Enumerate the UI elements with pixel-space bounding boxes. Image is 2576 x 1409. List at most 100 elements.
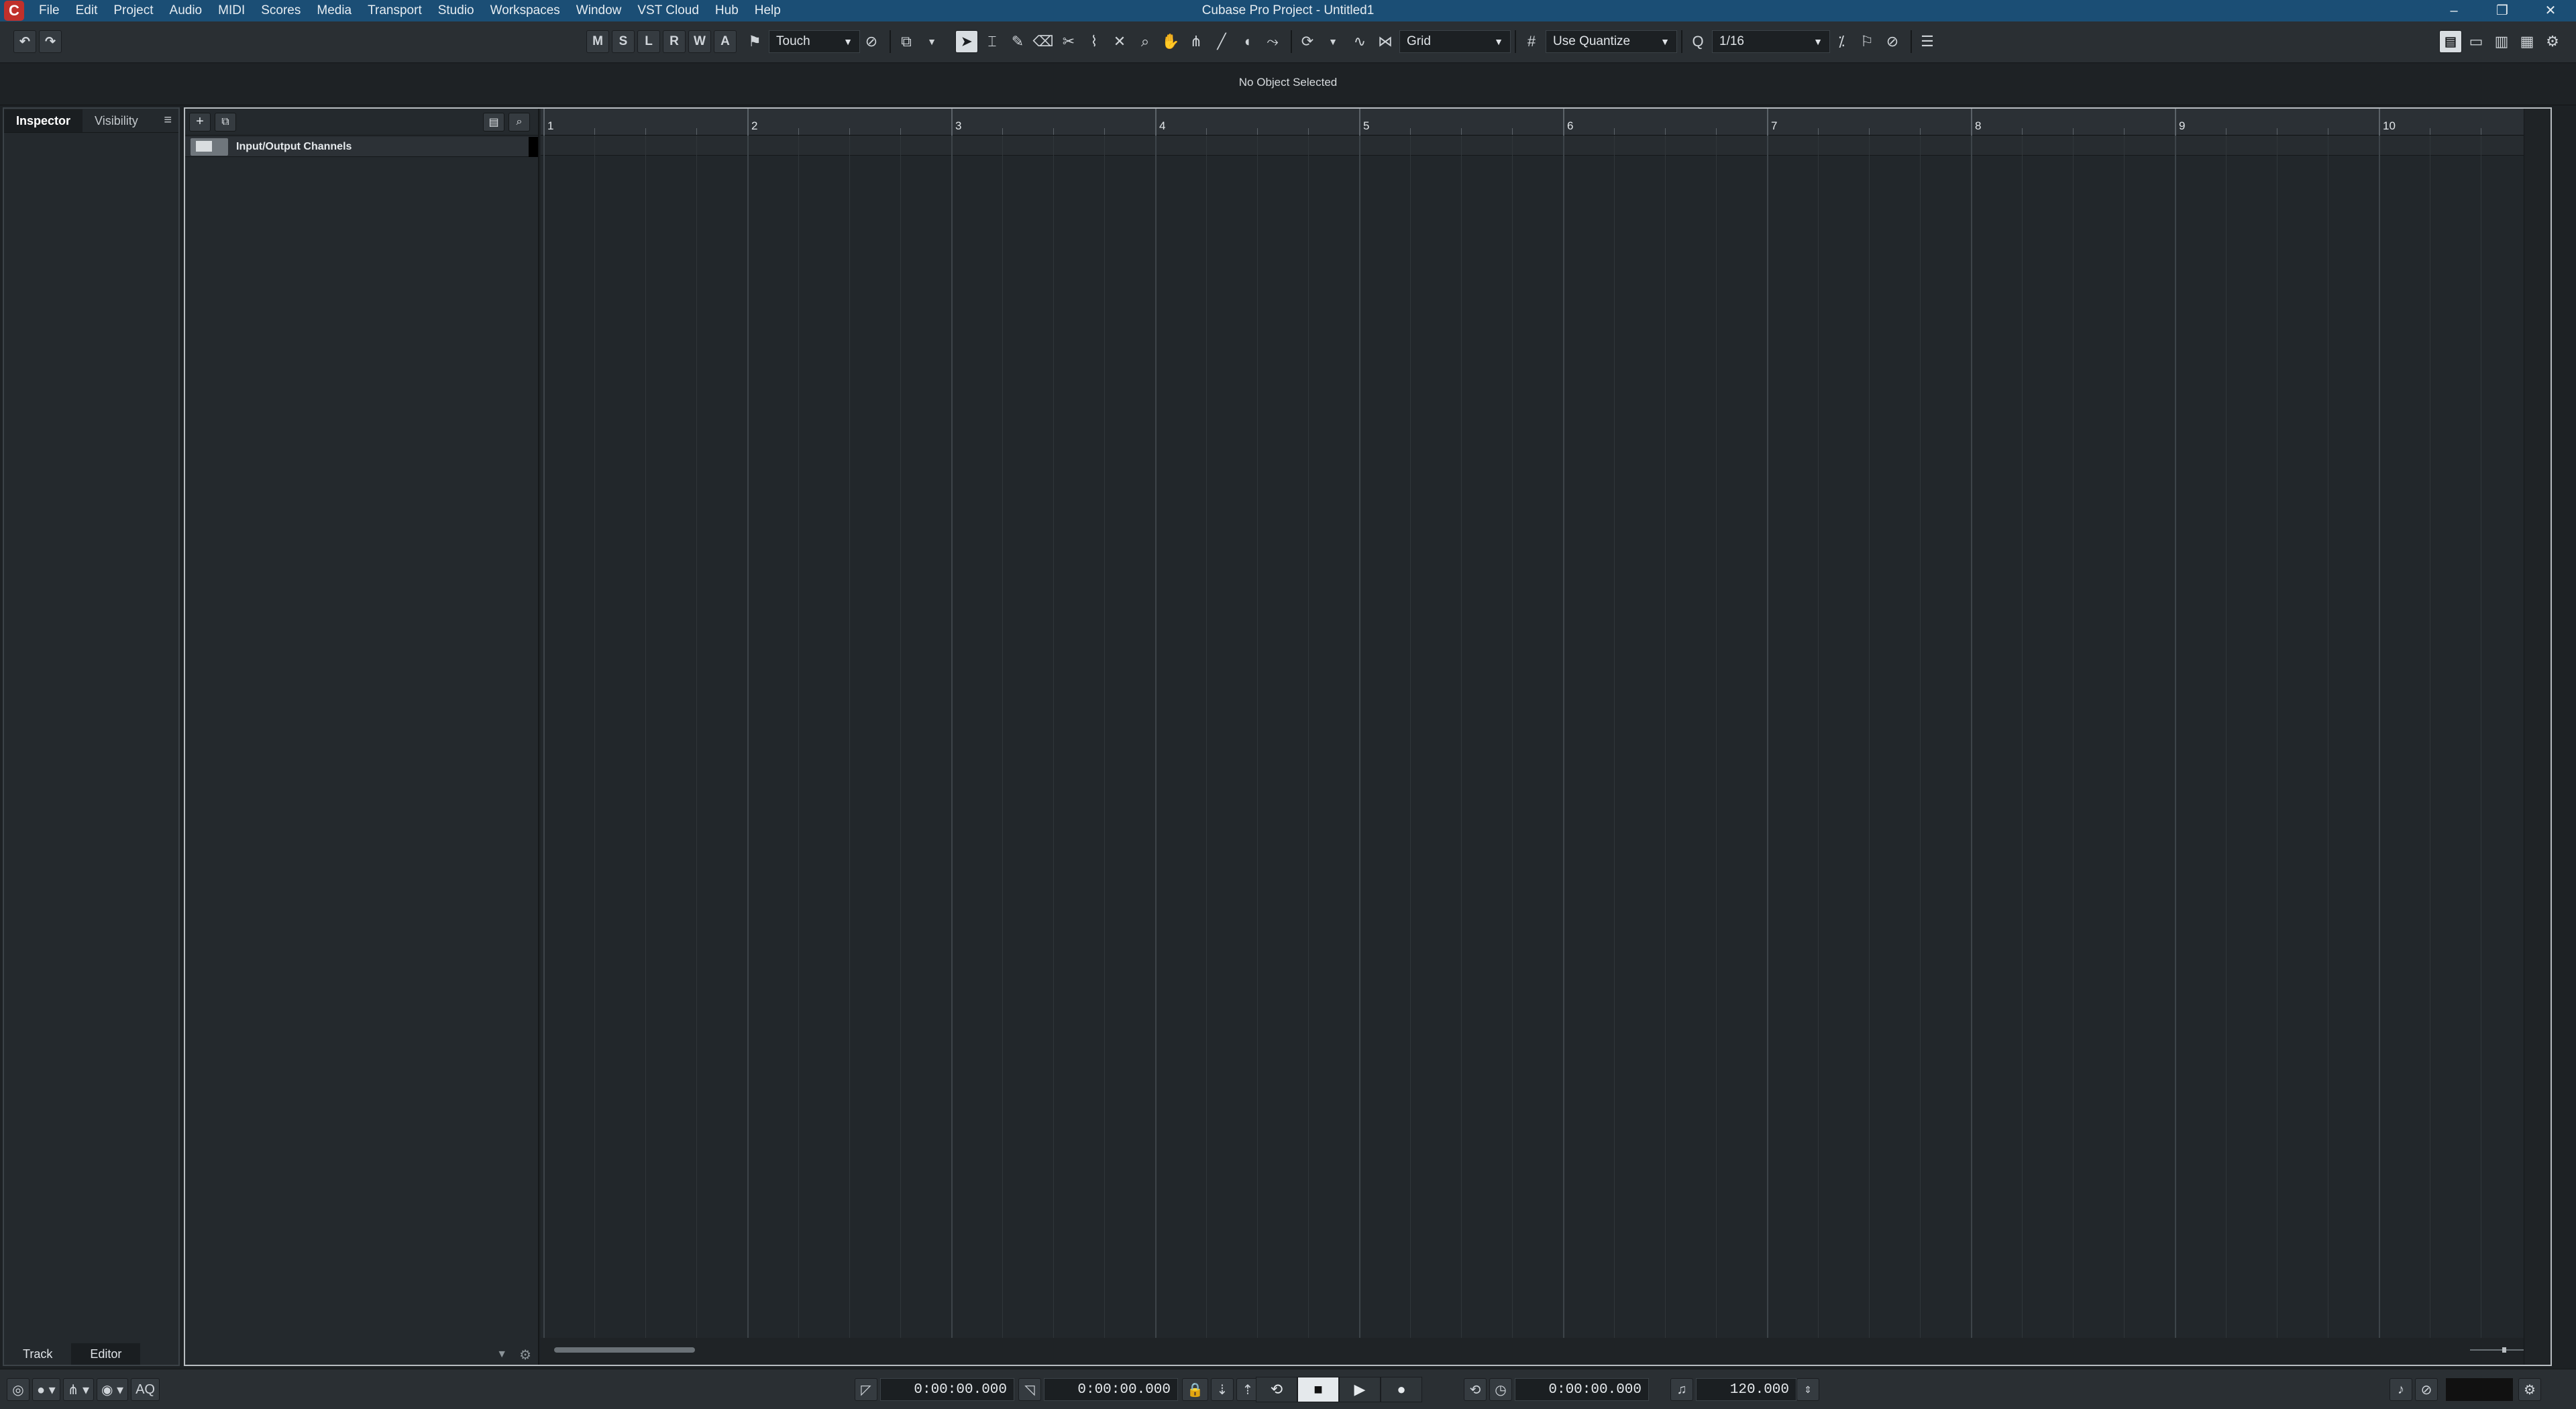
project-grid[interactable] bbox=[541, 136, 2551, 1338]
menu-media[interactable]: Media bbox=[309, 0, 360, 21]
snap-icon[interactable]: ⋈ bbox=[1374, 30, 1397, 53]
glue-icon[interactable]: ⌇ bbox=[1083, 30, 1106, 53]
quantize-value-dropdown[interactable]: 1/16 ▼ bbox=[1712, 30, 1830, 53]
menu-audio[interactable]: Audio bbox=[162, 0, 211, 21]
comp-icon[interactable]: ⋔ bbox=[1185, 30, 1208, 53]
tab-inspector[interactable]: Inspector bbox=[4, 109, 83, 132]
scrollbar-thumb[interactable] bbox=[554, 1347, 695, 1353]
punch-icon[interactable]: ● ▾ bbox=[32, 1378, 60, 1401]
gear-icon[interactable]: ⚙ bbox=[2518, 1378, 2541, 1401]
track-visibility-icon[interactable]: ▤ bbox=[483, 112, 504, 132]
state-button-s[interactable]: S bbox=[612, 30, 635, 53]
snap-type-dropdown[interactable]: Grid ▼ bbox=[1399, 30, 1511, 53]
range-selection-icon[interactable]: ⌶ bbox=[981, 30, 1004, 53]
suspend-icon[interactable]: ⊘ bbox=[860, 30, 883, 53]
add-track-folder-icon[interactable]: ⧉ bbox=[215, 112, 236, 132]
timewarp-icon[interactable]: ⤳ bbox=[1261, 30, 1284, 53]
hand-icon[interactable]: ✋ bbox=[1159, 30, 1182, 53]
chevron-down-icon[interactable]: ▼ bbox=[1322, 30, 1344, 53]
add-track-button[interactable]: + bbox=[189, 112, 211, 132]
transport-toggle-icon[interactable]: ▦ bbox=[2516, 30, 2538, 53]
menu-project[interactable]: Project bbox=[105, 0, 161, 21]
zoom-icon[interactable]: ⌕ bbox=[1134, 30, 1157, 53]
sync-icon[interactable]: ⊘ bbox=[2415, 1378, 2438, 1401]
automation-mode-dropdown[interactable]: Touch ▼ bbox=[769, 30, 860, 53]
metronome-mode-icon[interactable]: ◉ ▾ bbox=[97, 1378, 129, 1401]
minimize-button[interactable]: – bbox=[2434, 0, 2474, 21]
play-tool-icon[interactable]: ◖ bbox=[1236, 30, 1258, 53]
record-mode-icon[interactable]: ◎ bbox=[7, 1378, 30, 1401]
state-button-a[interactable]: A bbox=[714, 30, 737, 53]
iterative-quantize-icon[interactable]: ⁒ bbox=[1830, 30, 1853, 53]
settings-icon[interactable]: ⚙ bbox=[2541, 30, 2564, 53]
undo-button[interactable]: ↶ bbox=[13, 30, 36, 53]
menu-icon[interactable]: ≡ bbox=[164, 113, 172, 128]
clock-icon[interactable]: ◷ bbox=[1489, 1378, 1512, 1401]
menu-vst-cloud[interactable]: VST Cloud bbox=[629, 0, 707, 21]
tab-editor[interactable]: Editor bbox=[71, 1343, 141, 1365]
vertical-scrollbar[interactable] bbox=[2524, 109, 2551, 1365]
menu-transport[interactable]: Transport bbox=[360, 0, 430, 21]
menu-edit[interactable]: Edit bbox=[68, 0, 106, 21]
restore-button[interactable]: ❐ bbox=[2482, 0, 2522, 21]
right-locator-time[interactable]: 0:00:00.000 bbox=[1044, 1378, 1178, 1401]
menu-workspaces[interactable]: Workspaces bbox=[482, 0, 568, 21]
constrain-delay-icon[interactable]: ⧉ bbox=[895, 30, 918, 53]
menu-midi[interactable]: MIDI bbox=[210, 0, 253, 21]
auto-quantize-button[interactable]: AQ bbox=[131, 1378, 160, 1401]
position-time[interactable]: 0:00:00.000 bbox=[1515, 1378, 1649, 1401]
gear-icon[interactable]: ⚙ bbox=[519, 1347, 531, 1363]
monitor-icon[interactable]: ⋔ ▾ bbox=[62, 1378, 95, 1401]
state-button-w[interactable]: W bbox=[688, 30, 711, 53]
event-display[interactable]: 1 2 3 4 5 6 7 8 9 10 bbox=[541, 109, 2551, 1365]
object-selection-tool[interactable]: ➤ bbox=[955, 30, 978, 53]
menu-hub[interactable]: Hub bbox=[707, 0, 747, 21]
play-button[interactable]: ▶ bbox=[1339, 1377, 1381, 1402]
lower-zone-toggle-icon[interactable]: ▭ bbox=[2465, 30, 2487, 53]
autoscroll-icon[interactable]: ∿ bbox=[1348, 30, 1371, 53]
quantize-icon[interactable]: Q bbox=[1686, 30, 1709, 53]
chevron-down-icon[interactable]: ▼ bbox=[496, 1349, 507, 1361]
cycle-button[interactable]: ⟲ bbox=[1256, 1377, 1297, 1402]
tempo-stepper[interactable]: ⇕ bbox=[1796, 1378, 1819, 1401]
record-button[interactable]: ● bbox=[1381, 1377, 1422, 1402]
nudge-icon[interactable]: ⟳ bbox=[1296, 30, 1319, 53]
left-zone-toggle-icon[interactable]: ▤ bbox=[2439, 30, 2462, 53]
state-button-r[interactable]: R bbox=[663, 30, 686, 53]
menu-file[interactable]: File bbox=[31, 0, 68, 21]
chevron-down-icon[interactable]: ▼ bbox=[920, 30, 943, 53]
state-button-l[interactable]: L bbox=[637, 30, 660, 53]
right-zone-toggle-icon[interactable]: ▥ bbox=[2490, 30, 2513, 53]
ruler[interactable]: 1 2 3 4 5 6 7 8 9 10 bbox=[541, 109, 2551, 136]
tab-track[interactable]: Track bbox=[4, 1343, 71, 1365]
tab-visibility[interactable]: Visibility bbox=[83, 109, 150, 132]
menu-scores[interactable]: Scores bbox=[253, 0, 309, 21]
mute-icon[interactable]: ✕ bbox=[1108, 30, 1131, 53]
left-locator-time[interactable]: 0:00:00.000 bbox=[880, 1378, 1014, 1401]
right-locator-icon[interactable]: ◹ bbox=[1018, 1378, 1041, 1401]
menu-studio[interactable]: Studio bbox=[430, 0, 482, 21]
close-button[interactable]: ✕ bbox=[2530, 0, 2571, 21]
search-icon[interactable]: ⌕ bbox=[508, 112, 530, 132]
draw-icon[interactable]: ✎ bbox=[1006, 30, 1029, 53]
menu-help[interactable]: Help bbox=[747, 0, 789, 21]
follow-icon[interactable]: ⟲ bbox=[1464, 1378, 1487, 1401]
split-icon[interactable]: ✂ bbox=[1057, 30, 1080, 53]
line-icon[interactable]: ╱ bbox=[1210, 30, 1233, 53]
state-button-m[interactable]: M bbox=[586, 30, 609, 53]
metronome-icon[interactable]: ♪ bbox=[2390, 1378, 2412, 1401]
tempo-icon[interactable]: ♫ bbox=[1670, 1378, 1693, 1401]
lock-icon[interactable]: 🔒 bbox=[1182, 1378, 1208, 1401]
quantize-type-dropdown[interactable]: Use Quantize ▼ bbox=[1546, 30, 1677, 53]
quantize-reset-icon[interactable]: ⊘ bbox=[1881, 30, 1904, 53]
redo-button[interactable]: ↷ bbox=[39, 30, 62, 53]
punch-in-icon[interactable]: ⇣ bbox=[1210, 1378, 1234, 1401]
left-locator-icon[interactable]: ◸ bbox=[855, 1378, 877, 1401]
track-row[interactable]: Input/Output Channels bbox=[185, 136, 538, 157]
quantize-flag-icon[interactable]: ⚐ bbox=[1856, 30, 1878, 53]
tempo-value[interactable]: 120.000 bbox=[1696, 1378, 1796, 1401]
erase-icon[interactable]: ⌫ bbox=[1032, 30, 1055, 53]
horizontal-scrollbar[interactable] bbox=[541, 1338, 2551, 1365]
cubase-logo-icon[interactable]: C bbox=[4, 1, 24, 21]
stop-button[interactable]: ■ bbox=[1297, 1377, 1339, 1402]
